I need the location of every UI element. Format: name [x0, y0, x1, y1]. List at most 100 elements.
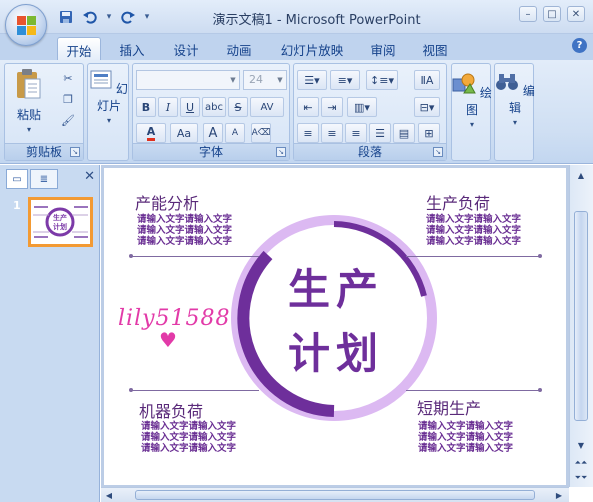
italic-button[interactable]: I — [158, 97, 178, 117]
shadow-button[interactable]: abc — [202, 97, 226, 117]
align-center-icon[interactable]: ≡ — [321, 123, 343, 143]
bold-button[interactable]: B — [136, 97, 156, 117]
section-title-machine-load: 机器负荷 — [139, 402, 204, 421]
tab-home[interactable]: 开始 — [57, 37, 101, 60]
editing-dropdown-icon[interactable]: ▾ — [495, 118, 535, 127]
new-slide-dropdown-icon[interactable]: ▾ — [89, 116, 129, 125]
horizontal-scrollbar[interactable]: ◀ ▶ — [101, 487, 569, 502]
smartart-icon[interactable]: ⊞ — [418, 123, 440, 143]
close-icon[interactable]: ✕ — [567, 6, 585, 22]
editing-group: 编辑 ▾ — [494, 63, 535, 161]
justify-icon[interactable]: ☰ — [369, 123, 391, 143]
columns-icon[interactable]: ▥▾ — [347, 97, 377, 117]
clipboard-launcher-icon[interactable]: ↘ — [70, 147, 80, 157]
connector-dot — [538, 254, 542, 258]
paragraph-group-label: 段落 — [294, 143, 446, 160]
scroll-thumb[interactable] — [574, 211, 588, 421]
strikethrough-button[interactable]: S — [228, 97, 248, 117]
grow-font-button[interactable]: A — [203, 123, 223, 143]
center-title-line1: 生产 — [287, 265, 384, 314]
numbering-icon[interactable]: ≡▾ — [330, 70, 360, 90]
font-launcher-icon[interactable]: ↘ — [276, 147, 286, 157]
bullets-icon[interactable]: ☰▾ — [297, 70, 327, 90]
panel-close-icon[interactable]: ✕ — [84, 169, 95, 184]
tab-slideshow[interactable]: 幻灯片放映 — [270, 37, 354, 60]
ribbon-tabs: 开始 插入 设计 动画 幻灯片放映 审阅 视图 ? — [0, 34, 593, 60]
center-title-line2: 计划 — [287, 329, 384, 378]
font-group: ▼ 24 ▼ B I U abc S AV A Aa A A A⌫ 字体 ↘ — [132, 63, 290, 161]
cut-icon[interactable]: ✂ — [60, 70, 76, 86]
tab-design[interactable]: 设计 — [164, 37, 208, 60]
minimize-icon[interactable]: – — [519, 6, 537, 22]
align-right-icon[interactable]: ≡ — [345, 123, 367, 143]
font-size-combo[interactable]: 24 ▼ — [243, 70, 287, 90]
text-direction-icon[interactable]: ⅡA — [414, 70, 440, 90]
clear-format-icon[interactable]: A⌫ — [251, 123, 271, 143]
previous-slide-icon[interactable]: ⏶⏶ — [570, 455, 592, 471]
paragraph-launcher-icon[interactable]: ↘ — [433, 147, 443, 157]
section-text: 请输入文字请输入文字 — [418, 421, 514, 432]
slide[interactable]: 生产 计划 产能分析 请输入文字请输入文字 请输入文字请输入文字 请输入文字请输… — [104, 168, 566, 485]
clipboard-group: 粘贴 ▾ ✂ ❐ 🖌 剪贴板 ↘ — [4, 63, 84, 161]
slide-thumbnail[interactable]: 生产 计划 — [28, 197, 93, 247]
connector-dot — [538, 388, 542, 392]
tab-insert[interactable]: 插入 — [110, 37, 154, 60]
distributed-icon[interactable]: ▤ — [393, 123, 415, 143]
section-text: 请输入文字请输入文字 — [141, 421, 237, 432]
shrink-font-button[interactable]: A — [225, 123, 245, 143]
decrease-indent-icon[interactable]: ⇤ — [297, 97, 319, 117]
align-left-icon[interactable]: ≡ — [297, 123, 319, 143]
drawing-dropdown-icon[interactable]: ▾ — [452, 120, 492, 129]
new-slide-button[interactable]: 幻灯片 ▾ — [89, 70, 129, 125]
font-group-label: 字体 — [133, 143, 289, 160]
section-text: 请输入文字请输入文字 — [137, 214, 233, 225]
connector-dot — [129, 254, 133, 258]
font-size-dropdown-icon[interactable]: ▼ — [274, 71, 286, 89]
paragraph-label-text: 段落 — [357, 145, 382, 159]
font-name-combo[interactable]: ▼ — [136, 70, 240, 90]
paste-label: 粘贴 — [16, 108, 41, 122]
title-bar: ▾ ▾ 演示文稿1 - Microsoft PowerPoint – □ ✕ — [0, 0, 593, 34]
slides-group: 幻灯片 ▾ — [87, 63, 129, 161]
drawing-group: 绘图 ▾ — [451, 63, 492, 161]
drawing-button[interactable]: 绘图 ▾ — [452, 72, 492, 129]
connector-line — [131, 256, 259, 257]
format-painter-icon[interactable]: 🖌 — [60, 112, 76, 128]
next-slide-icon[interactable]: ⏷⏷ — [570, 470, 592, 486]
increase-indent-icon[interactable]: ⇥ — [321, 97, 343, 117]
font-color-button[interactable]: A — [136, 123, 166, 143]
scroll-down-icon[interactable]: ▼ — [570, 437, 592, 453]
tab-view[interactable]: 视图 — [413, 37, 457, 60]
font-name-dropdown-icon[interactable]: ▼ — [227, 71, 239, 89]
slide-number: 1 — [13, 199, 21, 212]
slide-canvas: 生产 计划 产能分析 请输入文字请输入文字 请输入文字请输入文字 请输入文字请输… — [101, 165, 569, 487]
underline-button[interactable]: U — [180, 97, 200, 117]
scroll-right-icon[interactable]: ▶ — [551, 487, 567, 502]
change-case-button[interactable]: Aa — [170, 123, 198, 143]
vertical-scrollbar[interactable]: ▲ ▼ ⏶⏶ ⏷⏷ — [569, 165, 593, 487]
align-text-icon[interactable]: ⊟▾ — [414, 97, 440, 117]
shapes-icon — [452, 73, 476, 94]
scroll-left-icon[interactable]: ◀ — [101, 487, 117, 502]
char-spacing-button[interactable]: AV — [250, 97, 284, 117]
section-text: 请输入文字请输入文字 — [426, 236, 522, 247]
line-spacing-icon[interactable]: ↕≡▾ — [366, 70, 398, 90]
maximize-icon[interactable]: □ — [543, 6, 561, 22]
tab-review[interactable]: 审阅 — [361, 37, 405, 60]
outline-tab-icon[interactable]: ≣ — [30, 169, 58, 189]
copy-icon[interactable]: ❐ — [60, 91, 76, 107]
slides-tab-icon[interactable]: ▭ — [6, 169, 28, 189]
clipboard-label-text: 剪贴板 — [25, 145, 62, 159]
help-icon[interactable]: ? — [572, 38, 587, 53]
tab-animation[interactable]: 动画 — [217, 37, 261, 60]
editing-button[interactable]: 编辑 ▾ — [495, 72, 535, 127]
paste-dropdown-icon[interactable]: ▾ — [11, 125, 47, 134]
horizontal-scroll-thumb[interactable] — [135, 490, 535, 500]
heart-icon: ♥ — [159, 328, 177, 352]
thumb-title-line1: 生产 — [53, 213, 67, 222]
section-text: 请输入文字请输入文字 — [418, 443, 514, 454]
font-color-icon: A — [146, 125, 156, 141]
paste-button[interactable]: 粘贴 ▾ — [11, 68, 47, 134]
scroll-up-icon[interactable]: ▲ — [570, 167, 592, 183]
office-button[interactable] — [5, 4, 47, 46]
